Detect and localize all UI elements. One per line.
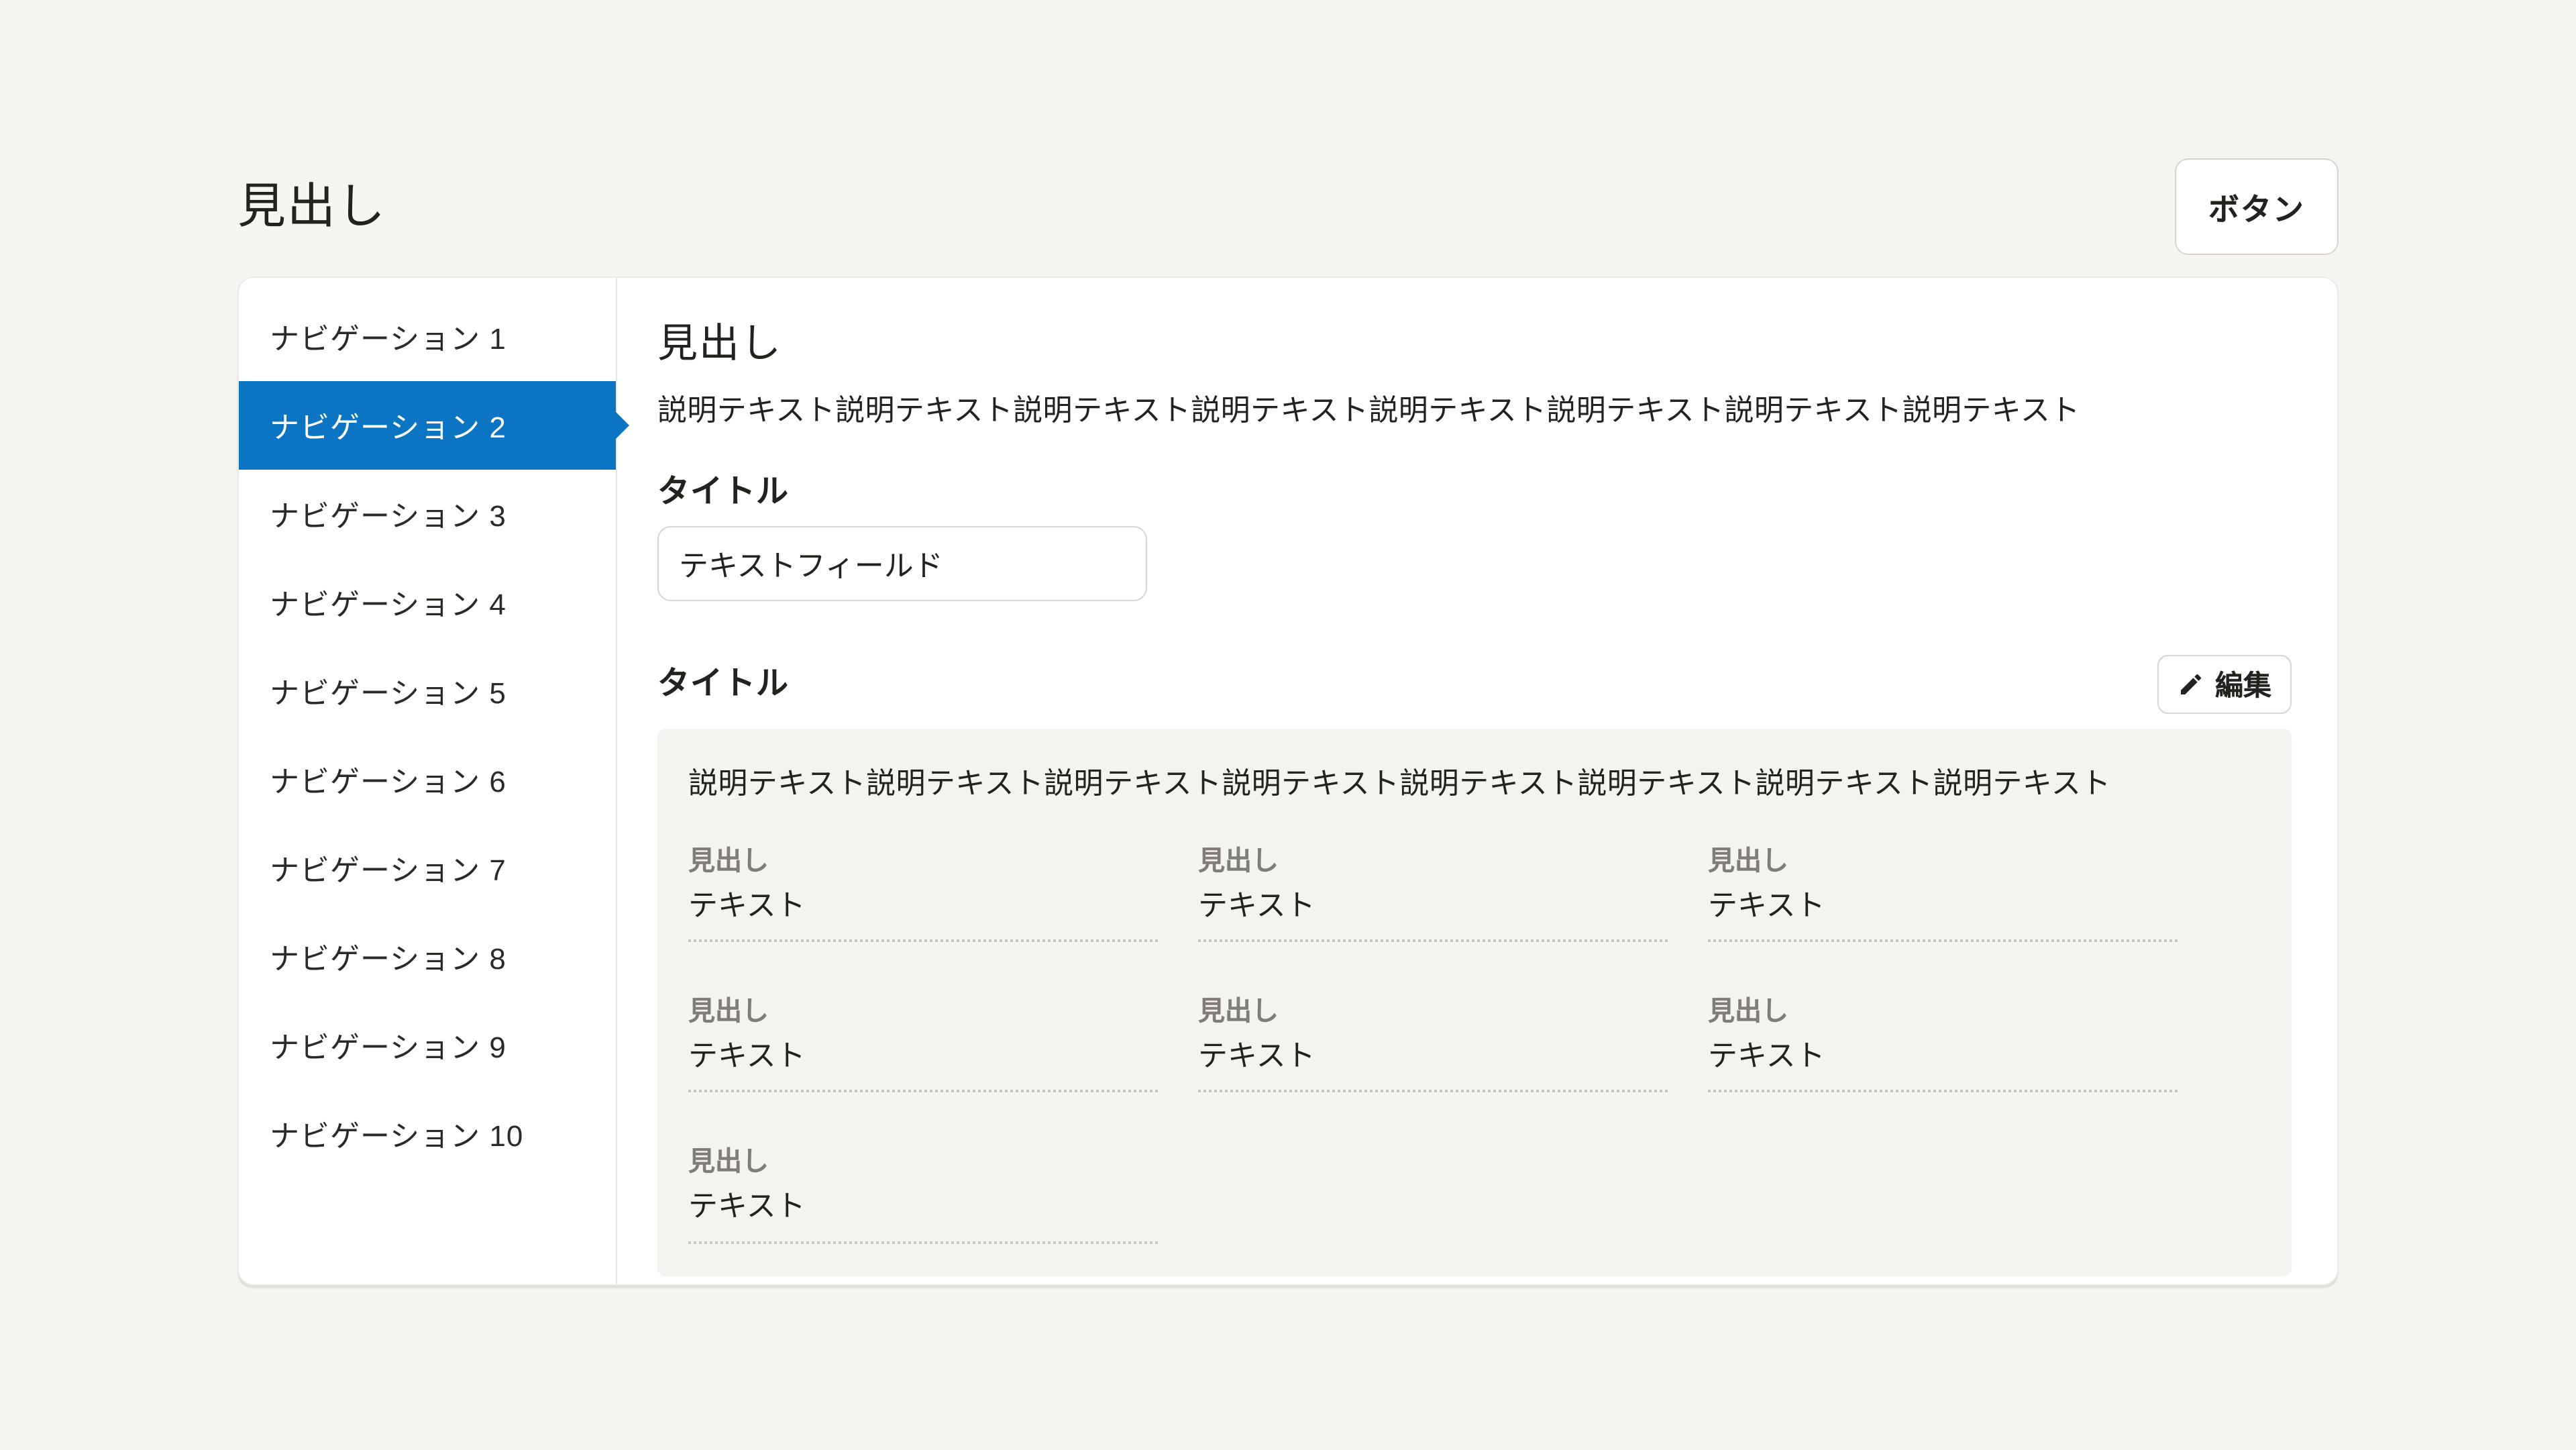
page-background: { "header": { "title": "見出し", "button_la… [0, 0, 2576, 1450]
detail-item-label: 見出し [1198, 996, 1668, 1028]
detail-item-value: テキスト [1198, 888, 1668, 923]
detail-item-value: テキスト [1708, 1039, 2178, 1074]
detail-item-value: テキスト [688, 888, 1158, 923]
detail-item: 見出しテキスト [1198, 996, 1668, 1093]
detail-section-header: タイトル 編集 [657, 655, 2292, 714]
detail-item: 見出しテキスト [1708, 996, 2178, 1093]
detail-item-value: テキスト [688, 1190, 1158, 1225]
sidebar-item-5[interactable]: ナビゲーション 5 [239, 647, 616, 735]
detail-grid: 見出しテキスト見出しテキスト見出しテキスト見出しテキスト見出しテキスト見出しテキ… [688, 845, 2261, 1243]
detail-item: 見出しテキスト [1708, 845, 2178, 942]
detail-item: 見出しテキスト [688, 845, 1158, 942]
detail-item-value: テキスト [688, 1039, 1158, 1074]
detail-item-label: 見出し [688, 1147, 1158, 1179]
detail-item-label: 見出し [1198, 845, 1668, 877]
detail-item: 見出しテキスト [688, 1147, 1158, 1244]
detail-item-label: 見出し [1708, 845, 2178, 877]
detail-item-value: テキスト [1198, 1039, 1668, 1074]
detail-section-title: タイトル [657, 664, 789, 705]
pencil-icon [2178, 671, 2204, 698]
sidebar-item-9[interactable]: ナビゲーション 9 [239, 1001, 616, 1090]
scale-wrapper: 見出し ボタン ナビゲーション 1ナビゲーション 2ナビゲーション 3ナビゲーシ… [0, 0, 2576, 1450]
page-title: 見出し [237, 178, 386, 236]
content-description: 説明テキスト説明テキスト説明テキスト説明テキスト説明テキスト説明テキスト説明テキ… [657, 391, 2292, 432]
header: 見出し ボタン [237, 0, 2339, 255]
panel-description: 説明テキスト説明テキスト説明テキスト説明テキスト説明テキスト説明テキスト説明テキ… [688, 764, 2261, 805]
sidebar-item-6[interactable]: ナビゲーション 6 [239, 735, 616, 824]
detail-item-label: 見出し [688, 845, 1158, 877]
detail-panel: 説明テキスト説明テキスト説明テキスト説明テキスト説明テキスト説明テキスト説明テキ… [657, 729, 2292, 1276]
main-content: 見出し 説明テキスト説明テキスト説明テキスト説明テキスト説明テキスト説明テキスト… [617, 278, 2337, 1284]
sidebar-item-10[interactable]: ナビゲーション 10 [239, 1090, 616, 1178]
detail-item-value: テキスト [1708, 888, 2178, 923]
detail-item: 見出しテキスト [688, 996, 1158, 1093]
content-heading: 見出し [657, 321, 2292, 369]
page: 見出し ボタン ナビゲーション 1ナビゲーション 2ナビゲーション 3ナビゲーシ… [0, 0, 2576, 1450]
header-button[interactable]: ボタン [2175, 158, 2339, 255]
sidebar-item-2[interactable]: ナビゲーション 2 [239, 381, 616, 470]
detail-item-label: 見出し [688, 996, 1158, 1028]
sidebar-item-3[interactable]: ナビゲーション 3 [239, 470, 616, 558]
sidebar-item-4[interactable]: ナビゲーション 4 [239, 558, 616, 647]
edit-button-label: 編集 [2215, 664, 2271, 705]
detail-item-label: 見出し [1708, 996, 2178, 1028]
sidebar-item-8[interactable]: ナビゲーション 8 [239, 913, 616, 1001]
detail-item: 見出しテキスト [1198, 845, 1668, 942]
edit-button[interactable]: 編集 [2157, 655, 2292, 714]
sidebar-item-1[interactable]: ナビゲーション 1 [239, 293, 616, 381]
title-text-field[interactable] [657, 526, 1147, 601]
content-card: ナビゲーション 1ナビゲーション 2ナビゲーション 3ナビゲーション 4ナビゲー… [237, 276, 2339, 1286]
sidebar-nav: ナビゲーション 1ナビゲーション 2ナビゲーション 3ナビゲーション 4ナビゲー… [239, 278, 617, 1284]
sidebar-item-7[interactable]: ナビゲーション 7 [239, 824, 616, 913]
field-section-title: タイトル [657, 472, 2292, 513]
